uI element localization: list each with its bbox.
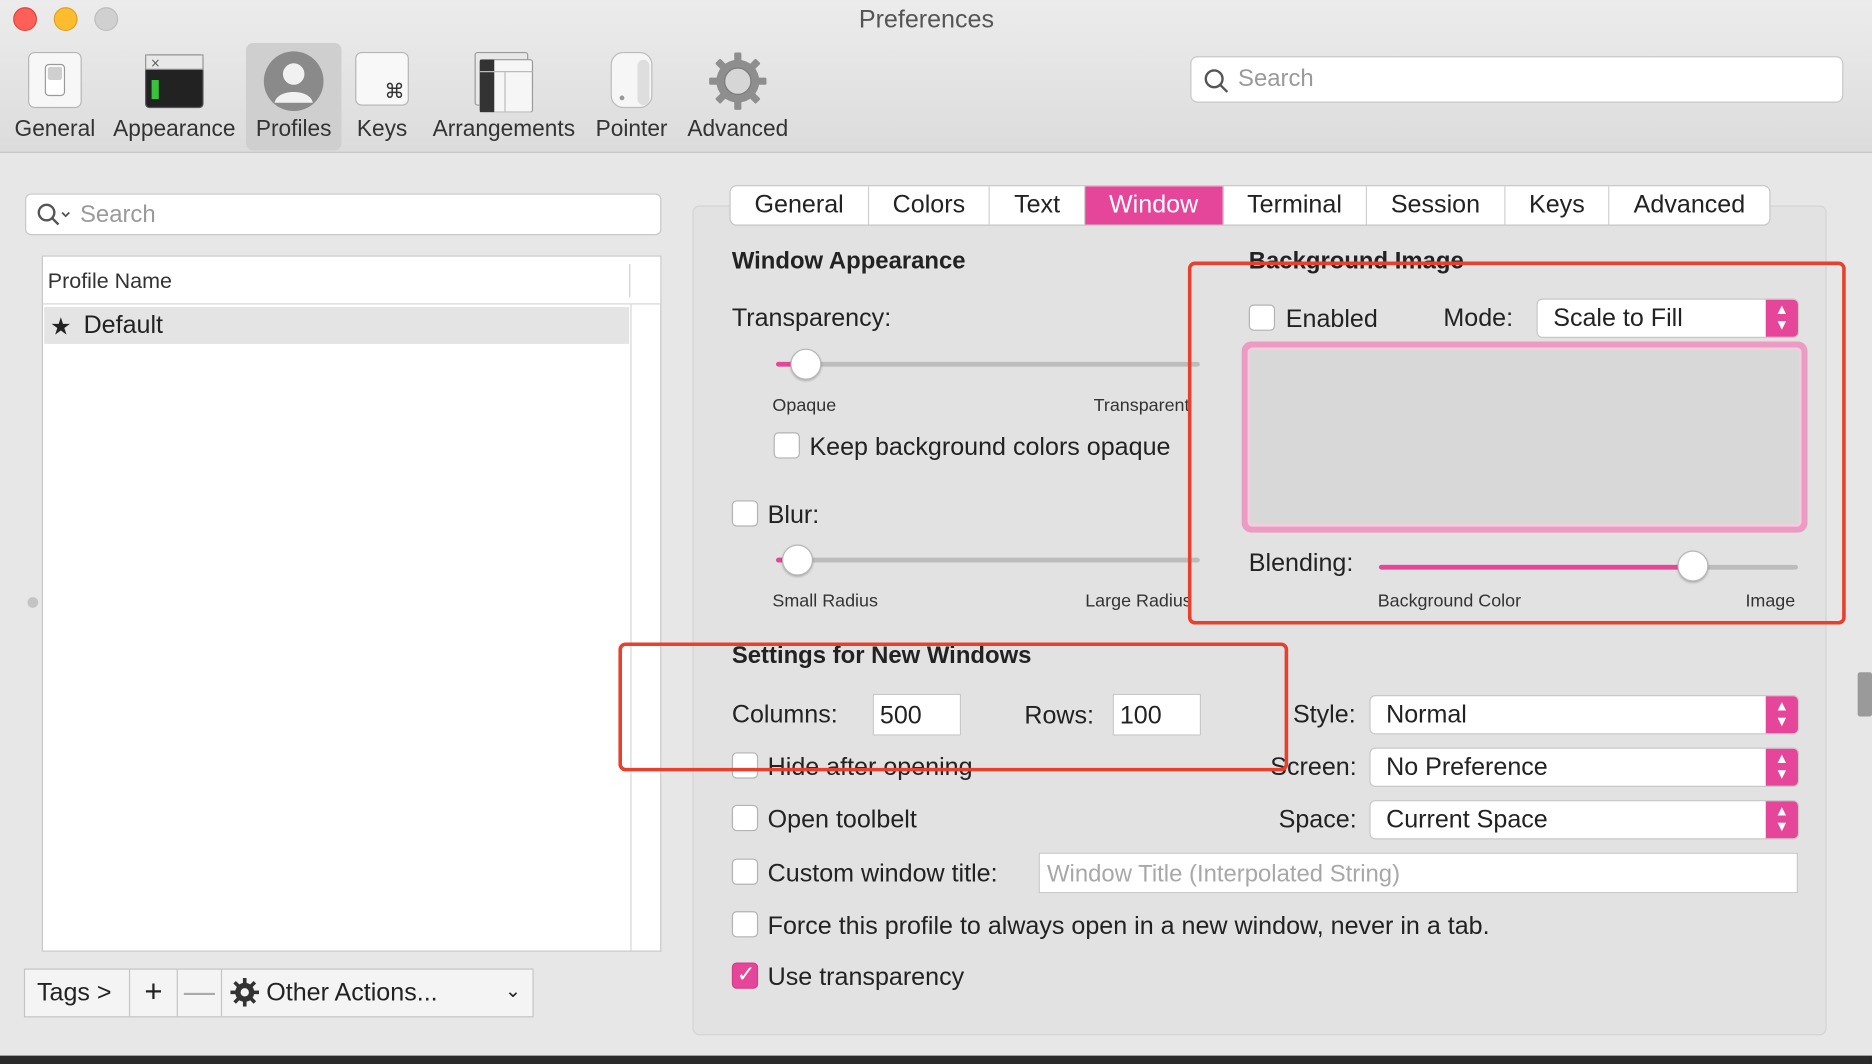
star-icon: ★: [50, 314, 72, 341]
window-appearance-heading: Window Appearance: [731, 248, 966, 275]
tags-button[interactable]: Tags >: [25, 969, 131, 1017]
tab-window[interactable]: Window: [1085, 186, 1224, 225]
tab-general[interactable]: General: [731, 186, 869, 225]
blur-checkbox[interactable]: [731, 500, 759, 527]
space-value: Current Space: [1386, 806, 1548, 834]
style-value: Normal: [1386, 700, 1467, 729]
style-label: Style:: [1292, 700, 1356, 729]
table-row[interactable]: ★ Default: [44, 306, 630, 344]
force-new-window-checkbox[interactable]: [731, 911, 759, 938]
annotation-box-background-image: [1187, 261, 1846, 625]
toolbar-label: Advanced: [687, 117, 789, 143]
open-toolbelt-label: Open toolbelt: [767, 806, 917, 834]
toolbar-label: Keys: [356, 117, 408, 143]
space-label: Space:: [1278, 806, 1357, 834]
general-switch-icon: [28, 51, 82, 109]
open-toolbelt-checkbox[interactable]: [731, 804, 759, 832]
transparency-max-label: Transparent: [1093, 395, 1190, 416]
tab-session[interactable]: Session: [1367, 186, 1506, 225]
profile-tabs: General Colors Text Window Terminal Sess…: [729, 185, 1771, 226]
slider-knob[interactable]: [790, 348, 822, 380]
advanced-gear-icon: [709, 52, 767, 110]
keys-command-icon: ⌘: [355, 51, 409, 106]
svg-text:×: ×: [150, 56, 160, 70]
toolbar-label: Arrangements: [432, 117, 576, 143]
toolbar-label: General: [14, 117, 96, 143]
profile-actions-bar: Tags > + — Other Actions... ⌄: [23, 968, 534, 1018]
svg-text:⌘: ⌘: [384, 79, 404, 103]
space-select[interactable]: Current Space ▲ ▼: [1369, 800, 1800, 840]
toolbar-arrangements[interactable]: Arrangements: [427, 43, 580, 150]
profile-search-input[interactable]: Search: [25, 193, 662, 236]
toolbar-label: Appearance: [113, 117, 236, 143]
other-actions-label: Other Actions...: [266, 979, 438, 1007]
toolbar-appearance[interactable]: × Appearance: [110, 43, 239, 150]
search-icon: [37, 203, 70, 226]
keep-bg-opaque-checkbox[interactable]: [773, 432, 800, 459]
toolbar-profiles[interactable]: Profiles: [245, 42, 342, 151]
profile-name-column-header: Profile Name: [47, 268, 172, 293]
remove-profile-button[interactable]: —: [178, 969, 223, 1017]
gear-icon: [230, 978, 260, 1007]
add-profile-button[interactable]: +: [130, 969, 178, 1017]
window-content: Preferences General × Appearance Profile…: [0, 0, 1872, 1064]
search-placeholder: Search: [79, 201, 156, 229]
slider-track: [776, 361, 1200, 367]
search-placeholder: Search: [1238, 65, 1314, 92]
profile-table: Profile Name ★ Default: [41, 255, 662, 952]
tab-terminal[interactable]: Terminal: [1223, 186, 1367, 225]
up-down-chevron-icon: ▲ ▼: [1765, 696, 1798, 734]
chevron-down-icon: ⌄: [505, 981, 522, 1002]
use-transparency-checkbox[interactable]: [731, 961, 759, 989]
up-down-chevron-icon: ▲ ▼: [1765, 748, 1798, 786]
split-view-handle[interactable]: [27, 597, 39, 608]
profile-table-header[interactable]: Profile Name: [42, 256, 661, 305]
toolbar-pointer[interactable]: Pointer: [591, 43, 672, 150]
window-title-placeholder: Window Title (Interpolated String): [1047, 860, 1401, 888]
tab-text[interactable]: Text: [990, 186, 1086, 225]
tab-colors[interactable]: Colors: [869, 186, 991, 225]
appearance-terminal-icon: ×: [145, 54, 204, 109]
toolbar-keys[interactable]: ⌘ Keys: [350, 43, 414, 150]
up-down-chevron-icon: ▲ ▼: [1765, 801, 1798, 839]
window-title-input[interactable]: Window Title (Interpolated String): [1038, 852, 1798, 894]
pointer-mouse-icon: [610, 51, 653, 109]
titlebar-toolbar: Preferences General × Appearance Profile…: [0, 0, 1872, 153]
use-transparency-label: Use transparency: [767, 963, 965, 992]
custom-title-checkbox[interactable]: [731, 858, 759, 885]
blur-label: Blur:: [767, 501, 820, 530]
other-actions-button[interactable]: Other Actions... ⌄: [222, 970, 532, 1017]
custom-title-label: Custom window title:: [767, 859, 998, 888]
annotation-box-new-windows: [618, 642, 1289, 772]
preferences-window: Preferences General × Appearance Profile…: [0, 0, 1872, 1064]
search-icon: [1204, 69, 1229, 93]
scrollbar-thumb[interactable]: [1857, 672, 1872, 717]
profiles-person-icon: [263, 51, 324, 112]
keep-bg-opaque-label: Keep background colors opaque: [809, 433, 1171, 461]
tab-advanced[interactable]: Advanced: [1610, 186, 1769, 224]
force-new-window-label: Force this profile to always open in a n…: [767, 912, 1490, 940]
preferences-search-input[interactable]: Search: [1190, 56, 1844, 103]
slider-knob[interactable]: [781, 544, 813, 576]
profile-name: Default: [83, 311, 164, 340]
screen-select[interactable]: No Preference ▲ ▼: [1369, 747, 1800, 787]
column-divider: [629, 263, 631, 298]
column-divider: [630, 304, 632, 951]
window-bottom-edge: [0, 1055, 1872, 1064]
blur-min-label: Small Radius: [772, 591, 878, 612]
screen-value: No Preference: [1386, 753, 1548, 781]
arrangements-windows-icon: [474, 51, 534, 113]
transparency-min-label: Opaque: [772, 395, 837, 416]
slider-track: [776, 557, 1200, 563]
transparency-label: Transparency:: [731, 304, 892, 332]
toolbar-advanced[interactable]: Advanced: [683, 43, 793, 150]
blur-max-label: Large Radius: [1085, 591, 1192, 612]
toolbar-label: Pointer: [595, 117, 668, 143]
toolbar-general[interactable]: General: [7, 43, 103, 150]
toolbar-label: Profiles: [255, 117, 332, 143]
tab-keys[interactable]: Keys: [1505, 186, 1610, 225]
tags-label: Tags >: [37, 979, 112, 1007]
style-select[interactable]: Normal ▲ ▼: [1369, 695, 1800, 735]
window-title: Preferences: [858, 5, 995, 34]
